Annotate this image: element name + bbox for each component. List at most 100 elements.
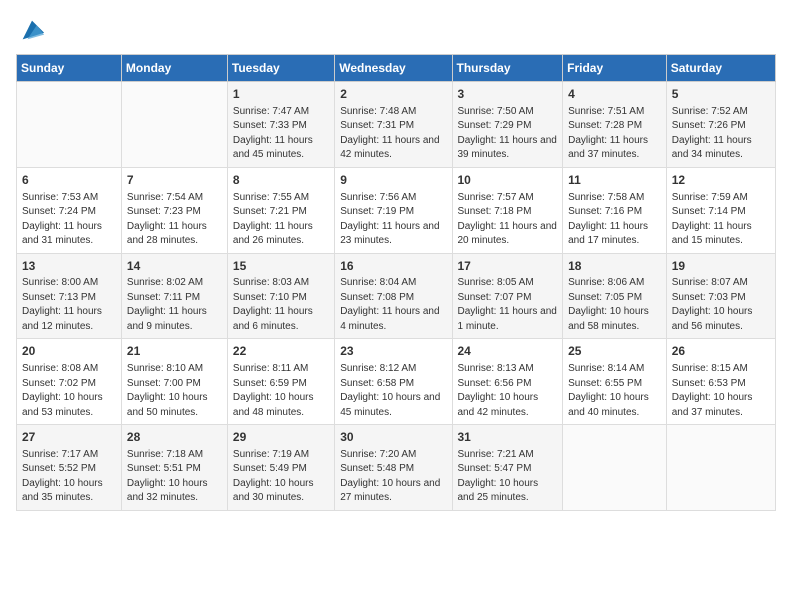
logo-icon xyxy=(18,16,46,44)
day-number: 17 xyxy=(458,258,558,275)
calendar-cell: 21 Sunrise: 8:10 AM Sunset: 7:00 PM Dayli… xyxy=(121,339,227,425)
day-info: Sunrise: 7:47 AM Sunset: 7:33 PM Dayligh… xyxy=(233,105,329,163)
day-number: 25 xyxy=(568,343,661,360)
day-number: 3 xyxy=(458,86,558,103)
header-day-saturday: Saturday xyxy=(666,55,775,82)
day-info: Sunrise: 7:58 AM Sunset: 7:16 PM Dayligh… xyxy=(568,191,661,249)
calendar-cell: 31 Sunrise: 7:21 AM Sunset: 5:47 PM Dayli… xyxy=(452,425,563,511)
day-number: 8 xyxy=(233,172,329,189)
calendar-cell: 3 Sunrise: 7:50 AM Sunset: 7:29 PM Daylig… xyxy=(452,82,563,168)
day-info: Sunrise: 7:18 AM Sunset: 5:51 PM Dayligh… xyxy=(127,448,222,506)
calendar-cell: 25 Sunrise: 8:14 AM Sunset: 6:55 PM Dayli… xyxy=(563,339,667,425)
day-number: 26 xyxy=(672,343,770,360)
calendar-cell: 14Sunrise: 8:02 AM Sunset: 7:11 PM Dayli… xyxy=(121,253,227,339)
day-info: Sunrise: 7:50 AM Sunset: 7:29 PM Dayligh… xyxy=(458,105,558,163)
calendar-cell: 4 Sunrise: 7:51 AM Sunset: 7:28 PM Daylig… xyxy=(563,82,667,168)
day-info: Sunrise: 7:19 AM Sunset: 5:49 PM Dayligh… xyxy=(233,448,329,506)
calendar-cell: 2 Sunrise: 7:48 AM Sunset: 7:31 PM Daylig… xyxy=(335,82,452,168)
calendar-cell: 15Sunrise: 8:03 AM Sunset: 7:10 PM Dayli… xyxy=(227,253,334,339)
day-number: 24 xyxy=(458,343,558,360)
day-info: Sunrise: 8:04 AM Sunset: 7:08 PM Dayligh… xyxy=(340,276,446,334)
day-info: Sunrise: 7:48 AM Sunset: 7:31 PM Dayligh… xyxy=(340,105,446,163)
day-number: 18 xyxy=(568,258,661,275)
day-number: 4 xyxy=(568,86,661,103)
calendar-table: SundayMondayTuesdayWednesdayThursdayFrid… xyxy=(16,54,776,511)
calendar-cell: 27 Sunrise: 7:17 AM Sunset: 5:52 PM Dayli… xyxy=(17,425,122,511)
day-number: 16 xyxy=(340,258,446,275)
day-number: 30 xyxy=(340,429,446,446)
day-info: Sunrise: 7:59 AM Sunset: 7:14 PM Dayligh… xyxy=(672,191,770,249)
day-number: 19 xyxy=(672,258,770,275)
calendar-cell: 22Sunrise: 8:11 AM Sunset: 6:59 PM Dayli… xyxy=(227,339,334,425)
calendar-cell: 11 Sunrise: 7:58 AM Sunset: 7:16 PM Dayli… xyxy=(563,167,667,253)
day-info: Sunrise: 8:00 AM Sunset: 7:13 PM Dayligh… xyxy=(22,276,116,334)
day-info: Sunrise: 7:53 AM Sunset: 7:24 PM Dayligh… xyxy=(22,191,116,249)
calendar-cell: 7Sunrise: 7:54 AM Sunset: 7:23 PM Daylig… xyxy=(121,167,227,253)
calendar-cell xyxy=(666,425,775,511)
day-info: Sunrise: 7:56 AM Sunset: 7:19 PM Dayligh… xyxy=(340,191,446,249)
calendar-cell: 18Sunrise: 8:06 AM Sunset: 7:05 PM Dayli… xyxy=(563,253,667,339)
week-row-4: 20 Sunrise: 8:08 AM Sunset: 7:02 PM Dayli… xyxy=(17,339,776,425)
day-number: 14 xyxy=(127,258,222,275)
day-info: Sunrise: 8:13 AM Sunset: 6:56 PM Dayligh… xyxy=(458,362,558,420)
calendar-cell: 8Sunrise: 7:55 AM Sunset: 7:21 PM Daylig… xyxy=(227,167,334,253)
day-info: Sunrise: 7:52 AM Sunset: 7:26 PM Dayligh… xyxy=(672,105,770,163)
week-row-2: 6 Sunrise: 7:53 AM Sunset: 7:24 PM Daylig… xyxy=(17,167,776,253)
day-info: Sunrise: 8:14 AM Sunset: 6:55 PM Dayligh… xyxy=(568,362,661,420)
calendar-cell xyxy=(563,425,667,511)
calendar-cell: 28 Sunrise: 7:18 AM Sunset: 5:51 PM Dayli… xyxy=(121,425,227,511)
day-number: 21 xyxy=(127,343,222,360)
calendar-cell: 5 Sunrise: 7:52 AM Sunset: 7:26 PM Daylig… xyxy=(666,82,775,168)
day-info: Sunrise: 8:10 AM Sunset: 7:00 PM Dayligh… xyxy=(127,362,222,420)
day-number: 28 xyxy=(127,429,222,446)
header-day-friday: Friday xyxy=(563,55,667,82)
day-number: 2 xyxy=(340,86,446,103)
calendar-cell: 17Sunrise: 8:05 AM Sunset: 7:07 PM Dayli… xyxy=(452,253,563,339)
calendar-cell: 10 Sunrise: 7:57 AM Sunset: 7:18 PM Dayli… xyxy=(452,167,563,253)
calendar-cell xyxy=(121,82,227,168)
logo xyxy=(16,16,46,44)
day-info: Sunrise: 8:05 AM Sunset: 7:07 PM Dayligh… xyxy=(458,276,558,334)
calendar-cell: 29 Sunrise: 7:19 AM Sunset: 5:49 PM Dayli… xyxy=(227,425,334,511)
header-day-monday: Monday xyxy=(121,55,227,82)
week-row-5: 27 Sunrise: 7:17 AM Sunset: 5:52 PM Dayli… xyxy=(17,425,776,511)
day-number: 10 xyxy=(458,172,558,189)
day-number: 15 xyxy=(233,258,329,275)
day-info: Sunrise: 8:15 AM Sunset: 6:53 PM Dayligh… xyxy=(672,362,770,420)
day-number: 31 xyxy=(458,429,558,446)
calendar-cell: 6 Sunrise: 7:53 AM Sunset: 7:24 PM Daylig… xyxy=(17,167,122,253)
calendar-cell: 12Sunrise: 7:59 AM Sunset: 7:14 PM Dayli… xyxy=(666,167,775,253)
day-info: Sunrise: 7:57 AM Sunset: 7:18 PM Dayligh… xyxy=(458,191,558,249)
page-header xyxy=(16,16,776,44)
day-number: 6 xyxy=(22,172,116,189)
day-info: Sunrise: 8:12 AM Sunset: 6:58 PM Dayligh… xyxy=(340,362,446,420)
day-info: Sunrise: 7:21 AM Sunset: 5:47 PM Dayligh… xyxy=(458,448,558,506)
day-number: 27 xyxy=(22,429,116,446)
calendar-cell: 13Sunrise: 8:00 AM Sunset: 7:13 PM Dayli… xyxy=(17,253,122,339)
calendar-cell: 9 Sunrise: 7:56 AM Sunset: 7:19 PM Daylig… xyxy=(335,167,452,253)
day-number: 1 xyxy=(233,86,329,103)
day-info: Sunrise: 7:51 AM Sunset: 7:28 PM Dayligh… xyxy=(568,105,661,163)
week-row-3: 13Sunrise: 8:00 AM Sunset: 7:13 PM Dayli… xyxy=(17,253,776,339)
calendar-cell: 16Sunrise: 8:04 AM Sunset: 7:08 PM Dayli… xyxy=(335,253,452,339)
calendar-cell xyxy=(17,82,122,168)
header-day-tuesday: Tuesday xyxy=(227,55,334,82)
calendar-cell: 1 Sunrise: 7:47 AM Sunset: 7:33 PM Daylig… xyxy=(227,82,334,168)
day-number: 11 xyxy=(568,172,661,189)
calendar-cell: 19Sunrise: 8:07 AM Sunset: 7:03 PM Dayli… xyxy=(666,253,775,339)
day-info: Sunrise: 7:20 AM Sunset: 5:48 PM Dayligh… xyxy=(340,448,446,506)
calendar-cell: 26 Sunrise: 8:15 AM Sunset: 6:53 PM Dayli… xyxy=(666,339,775,425)
day-info: Sunrise: 8:08 AM Sunset: 7:02 PM Dayligh… xyxy=(22,362,116,420)
header-day-sunday: Sunday xyxy=(17,55,122,82)
day-number: 7 xyxy=(127,172,222,189)
calendar-cell: 23Sunrise: 8:12 AM Sunset: 6:58 PM Dayli… xyxy=(335,339,452,425)
day-number: 5 xyxy=(672,86,770,103)
day-number: 22 xyxy=(233,343,329,360)
day-number: 29 xyxy=(233,429,329,446)
calendar-cell: 24 Sunrise: 8:13 AM Sunset: 6:56 PM Dayli… xyxy=(452,339,563,425)
day-info: Sunrise: 8:02 AM Sunset: 7:11 PM Dayligh… xyxy=(127,276,222,334)
day-number: 20 xyxy=(22,343,116,360)
day-number: 9 xyxy=(340,172,446,189)
header-row: SundayMondayTuesdayWednesdayThursdayFrid… xyxy=(17,55,776,82)
day-info: Sunrise: 7:17 AM Sunset: 5:52 PM Dayligh… xyxy=(22,448,116,506)
